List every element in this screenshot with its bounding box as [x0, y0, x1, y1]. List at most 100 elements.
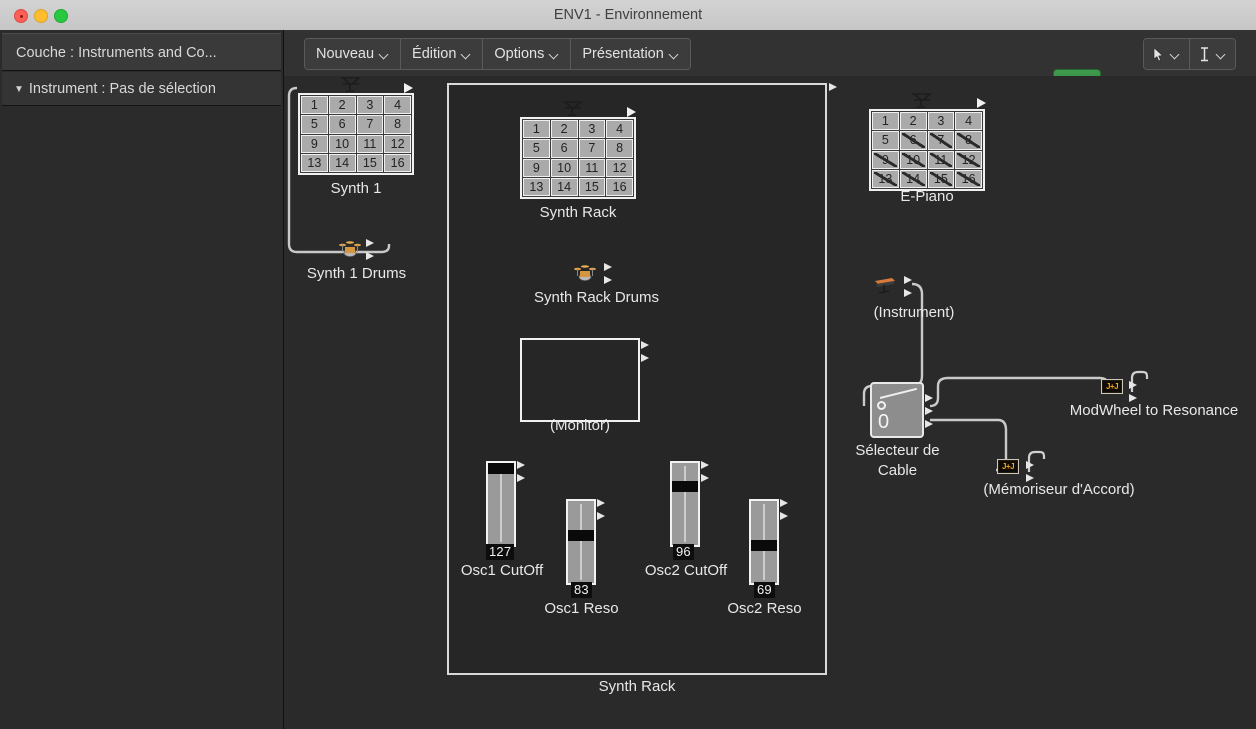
- instrument-parameter-header[interactable]: ▼Instrument : Pas de sélection: [2, 72, 281, 106]
- multi-instrument-cell[interactable]: 11: [579, 159, 606, 177]
- osc2-cutoff-port-2[interactable]: [701, 474, 710, 483]
- osc2-reso-port-2[interactable]: [780, 512, 789, 521]
- cable-selector-port-1[interactable]: [925, 394, 934, 403]
- multi-instrument-cell[interactable]: 3: [928, 112, 955, 130]
- multi-instrument-cell[interactable]: 2: [329, 96, 356, 114]
- osc1-reso-port-2[interactable]: [597, 512, 606, 521]
- synthrackdrums-port-2[interactable]: [604, 276, 613, 285]
- fader-thumb[interactable]: [568, 530, 594, 541]
- menu-presentation[interactable]: Présentation: [571, 39, 689, 69]
- menu-nouveau[interactable]: Nouveau: [305, 39, 401, 69]
- multi-instrument-cell[interactable]: 7: [579, 139, 606, 157]
- multi-instrument-cell[interactable]: 12: [955, 151, 982, 169]
- multi-instrument-cell[interactable]: 12: [384, 135, 411, 153]
- disclosure-triangle-icon[interactable]: ▼: [14, 73, 24, 107]
- multi-instrument-cell[interactable]: 8: [955, 131, 982, 149]
- multi-instrument-cell[interactable]: 16: [955, 170, 982, 188]
- cable-selector-port-2[interactable]: [925, 407, 934, 416]
- multi-instrument-cell[interactable]: 3: [579, 120, 606, 138]
- synth-rack-multi-output-port[interactable]: [627, 107, 636, 117]
- multi-instrument-cell[interactable]: 13: [301, 154, 328, 172]
- monitor-port-2[interactable]: [641, 354, 650, 363]
- multi-instrument-cell[interactable]: 3: [357, 96, 384, 114]
- osc1-cutoff-port-1[interactable]: [517, 461, 526, 470]
- multi-instrument-cell[interactable]: 5: [872, 131, 899, 149]
- chord-memorizer-object[interactable]: J+J: [997, 459, 1019, 474]
- multi-instrument-cell[interactable]: 4: [955, 112, 982, 130]
- multi-instrument-cell[interactable]: 16: [384, 154, 411, 172]
- multi-instrument-cell[interactable]: 14: [900, 170, 927, 188]
- multi-instrument-cell[interactable]: 15: [357, 154, 384, 172]
- synthrackdrums-port-1[interactable]: [604, 263, 613, 272]
- multi-instrument-cell[interactable]: 14: [329, 154, 356, 172]
- multi-instrument-cell[interactable]: 11: [928, 151, 955, 169]
- multi-instrument-cell[interactable]: 11: [357, 135, 384, 153]
- chord-memorizer-port-1[interactable]: [1026, 461, 1035, 470]
- multi-instrument-cell[interactable]: 6: [551, 139, 578, 157]
- fader-thumb[interactable]: [488, 463, 514, 474]
- multi-instrument-cell[interactable]: 8: [606, 139, 633, 157]
- instrument-port-1[interactable]: [904, 276, 913, 285]
- multi-instrument-cell[interactable]: 5: [523, 139, 550, 157]
- multi-instrument-cell[interactable]: 9: [872, 151, 899, 169]
- multi-instrument-cell[interactable]: 12: [606, 159, 633, 177]
- multi-instrument-cell[interactable]: 1: [523, 120, 550, 138]
- cable-selector-object[interactable]: 0: [870, 382, 924, 438]
- multi-instrument-cell[interactable]: 2: [900, 112, 927, 130]
- multi-instrument-cell[interactable]: 7: [357, 115, 384, 133]
- osc2-cutoff-port-1[interactable]: [701, 461, 710, 470]
- pointer-tool-button[interactable]: [1144, 39, 1190, 69]
- fader-thumb[interactable]: [672, 481, 698, 492]
- menu-edition[interactable]: Édition: [401, 39, 483, 69]
- cable-selector-port-3[interactable]: [925, 420, 934, 429]
- multi-instrument-cell[interactable]: 15: [928, 170, 955, 188]
- fader-thumb[interactable]: [751, 540, 777, 551]
- synth-rack-multi-instrument[interactable]: 12345678910111213141516: [520, 117, 636, 199]
- multi-instrument-cell[interactable]: 7: [928, 131, 955, 149]
- synth1-multi-instrument[interactable]: 12345678910111213141516: [298, 93, 414, 175]
- osc2-cutoff-fader[interactable]: [670, 461, 700, 547]
- osc1-reso-fader[interactable]: [566, 499, 596, 585]
- osc1-cutoff-fader[interactable]: [486, 461, 516, 547]
- multi-instrument-cell[interactable]: 4: [606, 120, 633, 138]
- multi-instrument-cell[interactable]: 13: [523, 178, 550, 196]
- chevron-down-icon: [1171, 50, 1180, 59]
- multi-instrument-cell[interactable]: 9: [523, 159, 550, 177]
- multi-instrument-cell[interactable]: 15: [579, 178, 606, 196]
- multi-instrument-cell[interactable]: 10: [329, 135, 356, 153]
- multi-instrument-cell[interactable]: 2: [551, 120, 578, 138]
- synth-rack-frame-output-port[interactable]: [829, 83, 838, 92]
- osc2-reso-port-1[interactable]: [780, 499, 789, 508]
- multi-instrument-cell[interactable]: 14: [551, 178, 578, 196]
- synth1-output-port[interactable]: [404, 83, 413, 93]
- multi-instrument-cell[interactable]: 9: [301, 135, 328, 153]
- osc1-reso-port-1[interactable]: [597, 499, 606, 508]
- multi-instrument-cell[interactable]: 6: [900, 131, 927, 149]
- multi-instrument-cell[interactable]: 4: [384, 96, 411, 114]
- epiano-multi-instrument[interactable]: 12345678910111213141516: [869, 109, 985, 191]
- layer-selector[interactable]: Couche : Instruments and Co...: [2, 33, 281, 71]
- multi-instrument-cell[interactable]: 16: [606, 178, 633, 196]
- multi-instrument-cell[interactable]: 6: [329, 115, 356, 133]
- monitor-port-1[interactable]: [641, 341, 650, 350]
- text-tool-button[interactable]: [1190, 39, 1235, 69]
- multi-instrument-cell[interactable]: 10: [900, 151, 927, 169]
- multi-instrument-cell[interactable]: 13: [872, 170, 899, 188]
- modwheel-port-1[interactable]: [1129, 381, 1138, 390]
- synth1drums-port-1[interactable]: [366, 239, 375, 248]
- monitor-object[interactable]: [520, 338, 640, 422]
- multi-instrument-cell[interactable]: 1: [301, 96, 328, 114]
- menu-options[interactable]: Options: [483, 39, 571, 69]
- instrument-port-2[interactable]: [904, 289, 913, 298]
- osc2-reso-fader[interactable]: [749, 499, 779, 585]
- multi-instrument-cell[interactable]: 1: [872, 112, 899, 130]
- multi-instrument-cell[interactable]: 5: [301, 115, 328, 133]
- cable-selector-knob[interactable]: [877, 401, 886, 410]
- epiano-output-port[interactable]: [977, 98, 986, 108]
- synth1drums-port-2[interactable]: [366, 252, 375, 261]
- modwheel-transformer-object[interactable]: J+J: [1101, 379, 1123, 394]
- osc1-cutoff-port-2[interactable]: [517, 474, 526, 483]
- multi-instrument-cell[interactable]: 8: [384, 115, 411, 133]
- environment-canvas[interactable]: 12345678910111213141516 Synth 1 Synth 1 …: [284, 76, 1256, 729]
- multi-instrument-cell[interactable]: 10: [551, 159, 578, 177]
